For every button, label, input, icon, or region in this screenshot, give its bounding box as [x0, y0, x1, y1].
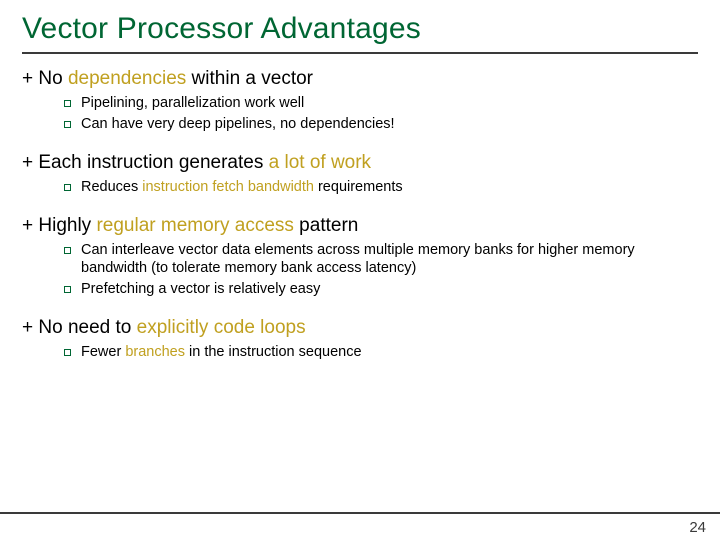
- sub-text-accent: instruction fetch bandwidth: [142, 179, 314, 195]
- square-bullet-icon: [64, 100, 71, 107]
- sub-item: Can interleave vector data elements acro…: [64, 241, 698, 279]
- slide: Vector Processor Advantages + No depende…: [0, 0, 720, 540]
- point-text-accent: dependencies: [68, 68, 186, 89]
- square-bullet-icon: [64, 349, 71, 356]
- sub-list: Reduces instruction fetch bandwidth requ…: [64, 178, 698, 197]
- point-text-prefix: + No need to: [22, 317, 137, 338]
- slide-title: Vector Processor Advantages: [22, 12, 698, 46]
- sub-text: Prefetching a vector is relatively easy: [81, 280, 320, 299]
- sub-list: Pipelining, parallelization work well Ca…: [64, 94, 698, 134]
- point-text-suffix: pattern: [294, 215, 358, 236]
- sub-list: Can interleave vector data elements acro…: [64, 241, 698, 300]
- point-text-prefix: + Highly: [22, 215, 96, 236]
- sub-list: Fewer branches in the instruction sequen…: [64, 343, 698, 362]
- sub-item: Can have very deep pipelines, no depende…: [64, 115, 698, 134]
- sub-item: Pipelining, parallelization work well: [64, 94, 698, 113]
- bullet-point: + Each instruction generates a lot of wo…: [22, 152, 698, 174]
- point-text-prefix: + No: [22, 68, 68, 89]
- sub-text-suffix: in the instruction sequence: [185, 344, 362, 360]
- sub-text-suffix: requirements: [314, 179, 403, 195]
- point-text-accent: a lot of work: [269, 152, 371, 173]
- square-bullet-icon: [64, 247, 71, 254]
- page-number: 24: [689, 519, 706, 536]
- bullet-point: + No dependencies within a vector: [22, 68, 698, 90]
- sub-text: Can interleave vector data elements acro…: [81, 241, 698, 279]
- sub-text-prefix: Fewer: [81, 344, 125, 360]
- sub-text: Fewer branches in the instruction sequen…: [81, 343, 362, 362]
- bullet-point: + Highly regular memory access pattern: [22, 215, 698, 237]
- sub-item: Prefetching a vector is relatively easy: [64, 280, 698, 299]
- point-text-accent: explicitly code loops: [137, 317, 306, 338]
- sub-text-accent: branches: [125, 344, 185, 360]
- square-bullet-icon: [64, 184, 71, 191]
- bullet-point: + No need to explicitly code loops: [22, 317, 698, 339]
- sub-text: Reduces instruction fetch bandwidth requ…: [81, 178, 403, 197]
- point-text-suffix: within a vector: [186, 68, 313, 89]
- point-text-prefix: + Each instruction generates: [22, 152, 269, 173]
- sub-item: Fewer branches in the instruction sequen…: [64, 343, 698, 362]
- square-bullet-icon: [64, 286, 71, 293]
- point-text-accent: regular memory access: [96, 215, 293, 236]
- sub-item: Reduces instruction fetch bandwidth requ…: [64, 178, 698, 197]
- sub-text-prefix: Reduces: [81, 179, 142, 195]
- sub-text: Can have very deep pipelines, no depende…: [81, 115, 395, 134]
- footer-underline: [0, 512, 720, 514]
- square-bullet-icon: [64, 121, 71, 128]
- sub-text: Pipelining, parallelization work well: [81, 94, 304, 113]
- title-underline: [22, 52, 698, 54]
